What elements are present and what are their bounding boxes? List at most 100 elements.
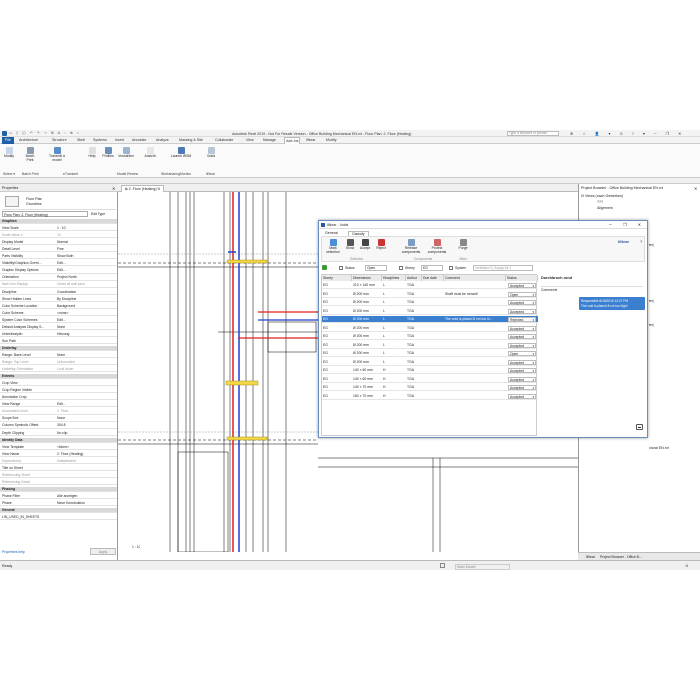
property-value[interactable]: Clean all wall joins (57, 282, 115, 287)
tab-floor-plan-heating[interactable]: ⧉ 2. Floor (Heating) ✕ (121, 185, 165, 192)
browser-partial-item[interactable]: ter) (649, 299, 654, 303)
mark-selection-button[interactable]: Mark selection (324, 239, 342, 255)
property-row[interactable]: Parts Visibility Show Both (0, 254, 117, 260)
property-row[interactable]: Depth Clipping No clip (0, 431, 117, 436)
column-disciplines[interactable]: Disciplines (382, 275, 406, 281)
property-row[interactable]: Title on Sheet (0, 466, 117, 471)
tab-manage[interactable]: Manage (262, 137, 277, 144)
property-value[interactable]: Coordination (57, 290, 115, 295)
property-value[interactable]: Unbounded (57, 360, 115, 365)
group-select[interactable]: Select ▾ (3, 172, 15, 176)
column-due-date[interactable]: Due date (422, 275, 444, 281)
property-row[interactable]: LIN_USED_IN_SHEETS (0, 515, 117, 521)
tab-architecture[interactable]: Architecture (18, 137, 39, 144)
table-row[interactable]: EG 140 × 70 mm H TGA Accepted (322, 384, 538, 392)
dialog-window-controls[interactable]: ─ ❐ ✕ (609, 222, 646, 227)
property-row[interactable]: Phase Filter Alle anzeigen (0, 494, 117, 500)
property-row[interactable]: Range: Top Level Unbounded (0, 360, 117, 366)
property-row[interactable]: Crop Region Visible (0, 388, 117, 394)
column-dimensions[interactable]: Dimensions (352, 275, 382, 281)
modify-button[interactable]: Modify (1, 147, 17, 159)
property-row[interactable]: Referencing Detail (0, 480, 117, 486)
property-row[interactable]: Dependency Independent (0, 459, 117, 464)
property-section[interactable]: Underlay (0, 345, 117, 352)
tab-insert[interactable]: Insert (114, 137, 125, 144)
browser-item[interactable]: Allgemein (597, 206, 613, 210)
property-row[interactable]: Phase Neue Konstruktion (0, 501, 117, 507)
properties-help-link[interactable]: Properties help (2, 550, 25, 554)
status-dropdown[interactable]: Accepted (508, 300, 536, 307)
ansicht-button[interactable]: Ansicht (142, 147, 158, 159)
property-value[interactable]: 10 (57, 233, 115, 238)
show-button[interactable]: Show (344, 239, 356, 251)
status-dropdown[interactable]: Open (508, 351, 536, 358)
table-row[interactable]: EG Ø 200 mm L TGA Accepted (322, 325, 538, 332)
property-row[interactable]: Color Scheme <none> (0, 311, 117, 316)
status-filter-checkbox[interactable] (339, 265, 343, 270)
property-value[interactable]: Edit... (57, 318, 115, 323)
instance-selector[interactable]: Floor Plan: 2. Floor (Heating) (2, 211, 88, 217)
vorwahlen-button[interactable]: Vorwahlen (118, 147, 134, 159)
property-value[interactable]: <None> (57, 445, 115, 450)
property-value[interactable]: By Discipline (57, 297, 115, 302)
voids-button[interactable]: Voids (203, 147, 219, 159)
property-row[interactable]: Show Hidden Lines By Discipline (0, 297, 117, 302)
property-row[interactable]: Display Model Normal (0, 240, 117, 246)
status-dropdown[interactable]: Accepted (508, 359, 536, 366)
help-icon[interactable]: ? (640, 239, 642, 244)
close-icon[interactable]: ✕ (112, 186, 115, 191)
tab-systems[interactable]: Systems (92, 137, 108, 144)
table-row[interactable]: EG Ø 200 mm L TGA Accepted (322, 359, 538, 366)
status-dropdown[interactable]: Accepted (508, 325, 536, 332)
property-row[interactable]: Color Scheme Location Background (0, 304, 117, 309)
property-row[interactable]: Unterdisziplin Heizung (0, 332, 117, 337)
property-value[interactable]: Neue Konstruktion (57, 501, 115, 506)
status-dropdown[interactable]: Accepted (508, 376, 536, 383)
table-row[interactable]: EG Ø 200 mm L TGA Accepted (322, 342, 538, 349)
property-row[interactable]: Scale Value 1: 10 (0, 233, 117, 239)
browser-item[interactable]: ??? (597, 200, 603, 204)
status-dropdown[interactable]: Accepted (508, 283, 536, 290)
property-row[interactable]: Column Symbolic Offset 304.8 (0, 423, 117, 429)
status-dropdown[interactable]: Accepted (508, 308, 536, 315)
window-controls[interactable]: ⊕ ☆ 👤 ▾ ⊙ ? ▾ ─ ❐ ✕ (570, 131, 685, 136)
transmit-model-button[interactable]: Transmit a model (46, 147, 68, 163)
browser-partial-item[interactable]: ter) (649, 323, 654, 327)
column-status[interactable]: Status (506, 275, 538, 281)
tab-collaborate[interactable]: Collaborate (214, 137, 234, 144)
table-row[interactable]: EG 210 × 140 mm L TGA Accepted (322, 282, 538, 290)
tab-annotate[interactable]: Annotate (131, 137, 147, 144)
property-row[interactable]: System Color Schemes Edit... (0, 318, 117, 323)
browser-root-item[interactable]: ⊟ Views (nach Gewerken) (581, 194, 623, 198)
table-row[interactable]: EG 150 × 70 mm H TGA Accepted (322, 393, 538, 400)
property-row[interactable]: Orientation Project North (0, 275, 117, 281)
tab-add-ins[interactable]: Add-Ins (284, 137, 301, 144)
property-row[interactable]: View Name 2. Floor (Heating) (0, 452, 117, 457)
storey-filter-checkbox[interactable] (399, 265, 403, 270)
quick-access-toolbar[interactable]: ▭ ▯ ◱ ↶ ↷ ⇢ ⊞ A ◌ ⊕ ▿ (9, 131, 80, 135)
tab-structure[interactable]: Structure (51, 137, 68, 144)
status-dropdown[interactable]: Rejected (508, 317, 536, 324)
reject-button[interactable]: Reject (374, 239, 388, 251)
status-dropdown[interactable]: Open (508, 291, 536, 298)
tab-massing-site[interactable]: Massing & Site (178, 137, 204, 144)
design-options-icon[interactable] (440, 563, 445, 568)
property-value[interactable]: Edit... (57, 268, 115, 273)
close-icon[interactable]: ✕ (694, 186, 697, 191)
help-button[interactable]: Help (84, 147, 100, 159)
launch-wsm-button[interactable]: Launch WSM (170, 147, 192, 159)
property-row[interactable]: Detail Level Fine (0, 247, 117, 253)
tab-general[interactable]: General (325, 231, 338, 235)
purge-button[interactable]: Purge (456, 239, 470, 251)
property-section[interactable]: Identity Data (0, 437, 117, 443)
property-section[interactable]: General (0, 508, 117, 514)
table-row[interactable]: EG Ø 200 mm L TGA Accepted (322, 308, 538, 315)
property-row[interactable]: Range: Base Level None (0, 353, 117, 359)
tab-project-browser-dock[interactable]: Project Browser - Office B... (600, 555, 642, 559)
system-filter-checkbox[interactable] (449, 265, 453, 270)
profiles-button[interactable]: Profiles (100, 147, 116, 159)
batch-print-button[interactable]: Batch Print (22, 147, 38, 163)
apply-button[interactable]: Apply (90, 548, 116, 555)
status-dropdown[interactable]: Accepted (508, 385, 536, 392)
property-section[interactable]: Graphics (0, 219, 117, 225)
